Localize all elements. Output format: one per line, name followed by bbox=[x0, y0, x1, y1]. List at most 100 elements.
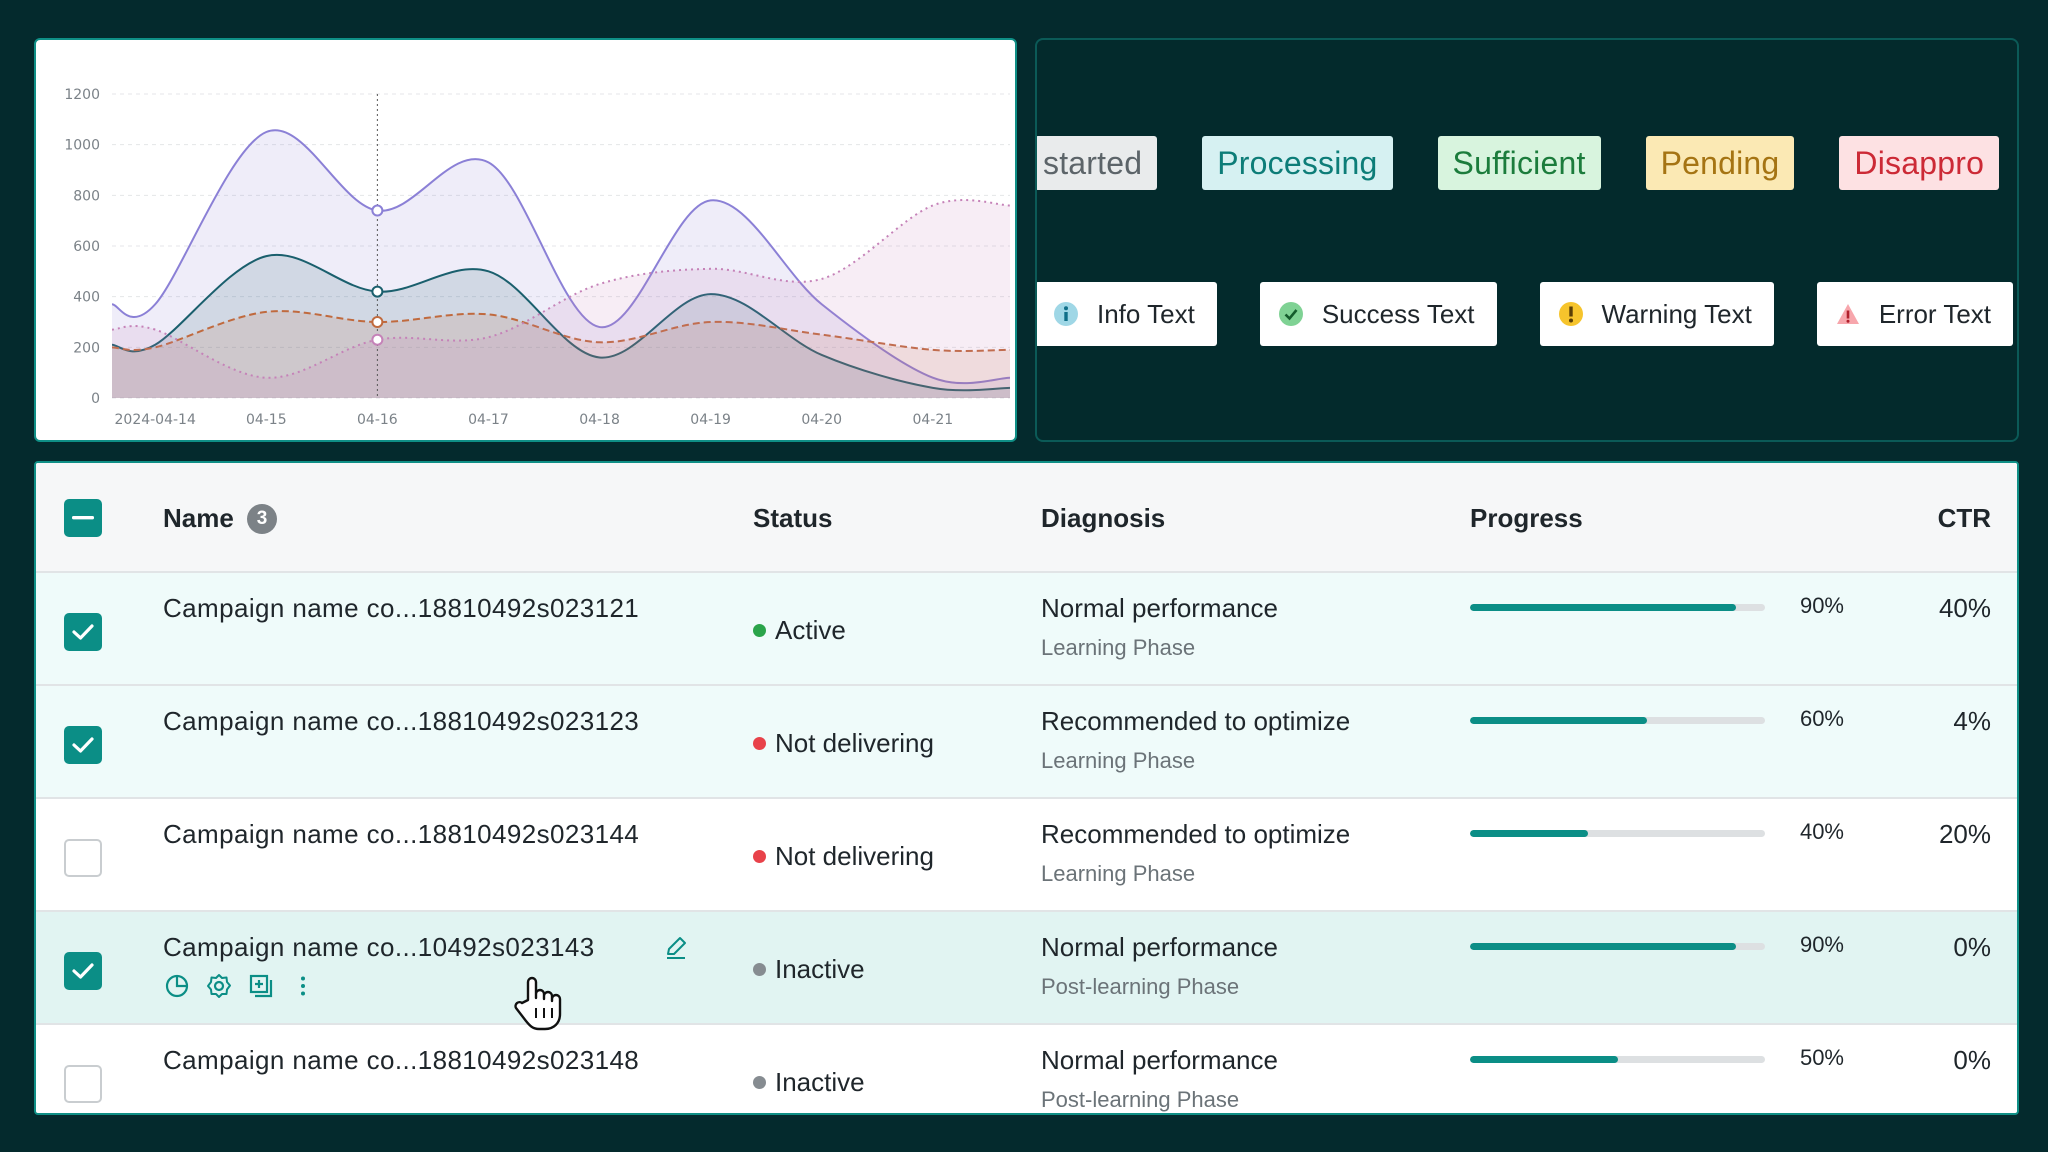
campaign-name[interactable]: Campaign name co...18810492s023123 bbox=[163, 706, 639, 737]
phase-text: Post-learning Phase bbox=[1041, 974, 1240, 999]
ctr-value: 0% bbox=[1953, 1045, 1991, 1075]
progress-fill bbox=[1470, 1056, 1618, 1063]
campaign-name[interactable]: Campaign name co...18810492s023144 bbox=[163, 819, 639, 850]
campaign-name[interactable]: Campaign name co...18810492s023148 bbox=[163, 1045, 639, 1076]
status-label: Inactive bbox=[775, 954, 865, 984]
header-name-label: Name bbox=[163, 503, 234, 533]
tag-sufficient: Sufficient bbox=[1437, 136, 1601, 190]
diagnosis-text: Recommended to optimize bbox=[1041, 706, 1351, 736]
row-checkbox[interactable] bbox=[64, 952, 102, 990]
warning-triangle-icon bbox=[1835, 301, 1861, 327]
ctr-value: 0% bbox=[1953, 932, 1991, 962]
info-alert: Info Text bbox=[1037, 282, 1217, 346]
status-cell: Inactive bbox=[753, 954, 865, 985]
y-tick-label: 1200 bbox=[64, 87, 100, 103]
error-alert: Error Text bbox=[1816, 282, 2014, 346]
more-icon[interactable] bbox=[289, 972, 317, 1000]
x-tick-label: 04-16 bbox=[357, 412, 398, 428]
tag-disapproved: Disappro bbox=[1839, 136, 2000, 190]
row-checkbox[interactable] bbox=[64, 1065, 102, 1103]
status-cell: Active bbox=[753, 615, 846, 646]
status-label: Inactive bbox=[775, 1067, 865, 1097]
status-cell: Not delivering bbox=[753, 728, 934, 759]
hover-point bbox=[371, 204, 384, 217]
row-checkbox[interactable] bbox=[64, 726, 102, 764]
x-tick-label: 04-20 bbox=[801, 412, 842, 428]
phase-text: Post-learning Phase bbox=[1041, 1087, 1240, 1112]
header-ctr[interactable]: CTR bbox=[1938, 503, 1991, 534]
status-label: Active bbox=[775, 615, 846, 645]
error-alert-label: Error Text bbox=[1878, 298, 1992, 329]
y-tick-label: 400 bbox=[73, 290, 100, 306]
table-row[interactable]: Campaign name co...18810492s023148 Inacti… bbox=[36, 1025, 2017, 1113]
info-alert-label: Info Text bbox=[1097, 298, 1195, 329]
progress-bar bbox=[1470, 1056, 1765, 1063]
x-tick-label: 04-15 bbox=[246, 412, 287, 428]
progress-bar bbox=[1470, 943, 1765, 950]
warning-alert-label: Warning Text bbox=[1601, 298, 1752, 329]
table-row[interactable]: Campaign name co...10492s023143 Inactive N… bbox=[36, 912, 2017, 1031]
table-row[interactable]: Campaign name co...18810492s023123 Not de… bbox=[36, 686, 2017, 799]
tags-panel: started Processing Sufficient Pending Di… bbox=[1035, 38, 2019, 442]
campaign-name[interactable]: Campaign name co...10492s023143 bbox=[163, 932, 595, 963]
campaign-name[interactable]: Campaign name co...18810492s023121 bbox=[163, 593, 639, 624]
progress-fill bbox=[1470, 717, 1647, 724]
progress-bar bbox=[1470, 830, 1765, 837]
table-row[interactable]: Campaign name co...18810492s023121 Active… bbox=[36, 573, 2017, 686]
gear-icon[interactable] bbox=[205, 972, 233, 1000]
progress-fill bbox=[1470, 830, 1588, 837]
tag-started: started bbox=[1037, 136, 1158, 190]
hover-point bbox=[371, 316, 384, 328]
success-alert-label: Success Text bbox=[1321, 298, 1475, 329]
header-diagnosis[interactable]: Diagnosis bbox=[1041, 503, 1165, 534]
phase-text: Learning Phase bbox=[1041, 748, 1196, 773]
check-circle-icon bbox=[1278, 301, 1304, 327]
ctr-value: 40% bbox=[1938, 593, 1991, 623]
header-name[interactable]: Name 3 bbox=[163, 503, 278, 534]
x-tick-label: 04-19 bbox=[690, 412, 731, 428]
edit-icon[interactable] bbox=[663, 934, 689, 960]
status-label: Not delivering bbox=[775, 728, 934, 758]
hand-cursor-icon bbox=[512, 974, 564, 1032]
status-dot bbox=[753, 624, 766, 637]
progress-percent: 90% bbox=[1799, 593, 1844, 618]
header-status[interactable]: Status bbox=[753, 503, 832, 534]
x-tick-label: 2024-04-14 bbox=[115, 412, 196, 428]
y-tick-label: 1000 bbox=[64, 138, 100, 154]
ctr-value: 20% bbox=[1938, 819, 1991, 849]
row-actions bbox=[163, 972, 331, 1000]
x-tick-label: 04-18 bbox=[579, 412, 620, 428]
progress-percent: 90% bbox=[1799, 932, 1844, 957]
progress-bar bbox=[1470, 717, 1765, 724]
header-progress[interactable]: Progress bbox=[1470, 503, 1583, 534]
warning-circle-icon bbox=[1558, 301, 1584, 327]
info-icon bbox=[1053, 301, 1079, 327]
progress-fill bbox=[1470, 943, 1736, 950]
progress-percent: 60% bbox=[1799, 706, 1844, 731]
status-dot bbox=[753, 737, 766, 750]
select-all-checkbox[interactable] bbox=[64, 499, 102, 537]
progress-bar bbox=[1470, 604, 1765, 611]
y-tick-label: 0 bbox=[91, 391, 100, 407]
diagnosis-text: Normal performance bbox=[1041, 932, 1278, 962]
phase-text: Learning Phase bbox=[1041, 861, 1196, 886]
diagnosis-text: Normal performance bbox=[1041, 593, 1278, 623]
duplicate-icon[interactable] bbox=[247, 972, 275, 1000]
status-cell: Inactive bbox=[753, 1067, 865, 1098]
diagnosis-text: Recommended to optimize bbox=[1041, 819, 1351, 849]
y-tick-label: 600 bbox=[73, 239, 100, 255]
row-checkbox[interactable] bbox=[64, 839, 102, 877]
name-count-badge: 3 bbox=[247, 504, 278, 534]
success-alert: Success Text bbox=[1259, 282, 1497, 346]
status-tag-row: started Processing Sufficient Pending Di… bbox=[1037, 136, 2017, 190]
table-row[interactable]: Campaign name co...18810492s023144 Not de… bbox=[36, 799, 2017, 912]
phase-text: Learning Phase bbox=[1041, 635, 1196, 660]
row-checkbox[interactable] bbox=[64, 613, 102, 651]
status-label: Not delivering bbox=[775, 841, 934, 871]
tag-pending: Pending bbox=[1645, 136, 1795, 190]
chart-icon[interactable] bbox=[163, 972, 191, 1000]
status-dot bbox=[753, 1076, 766, 1089]
x-tick-label: 04-21 bbox=[912, 412, 953, 428]
diagnosis-text: Normal performance bbox=[1041, 1045, 1278, 1075]
area-chart[interactable]: 0 200 400 600 800 1000 1200 2024-04-14 04-15 04-1… bbox=[36, 40, 1017, 442]
